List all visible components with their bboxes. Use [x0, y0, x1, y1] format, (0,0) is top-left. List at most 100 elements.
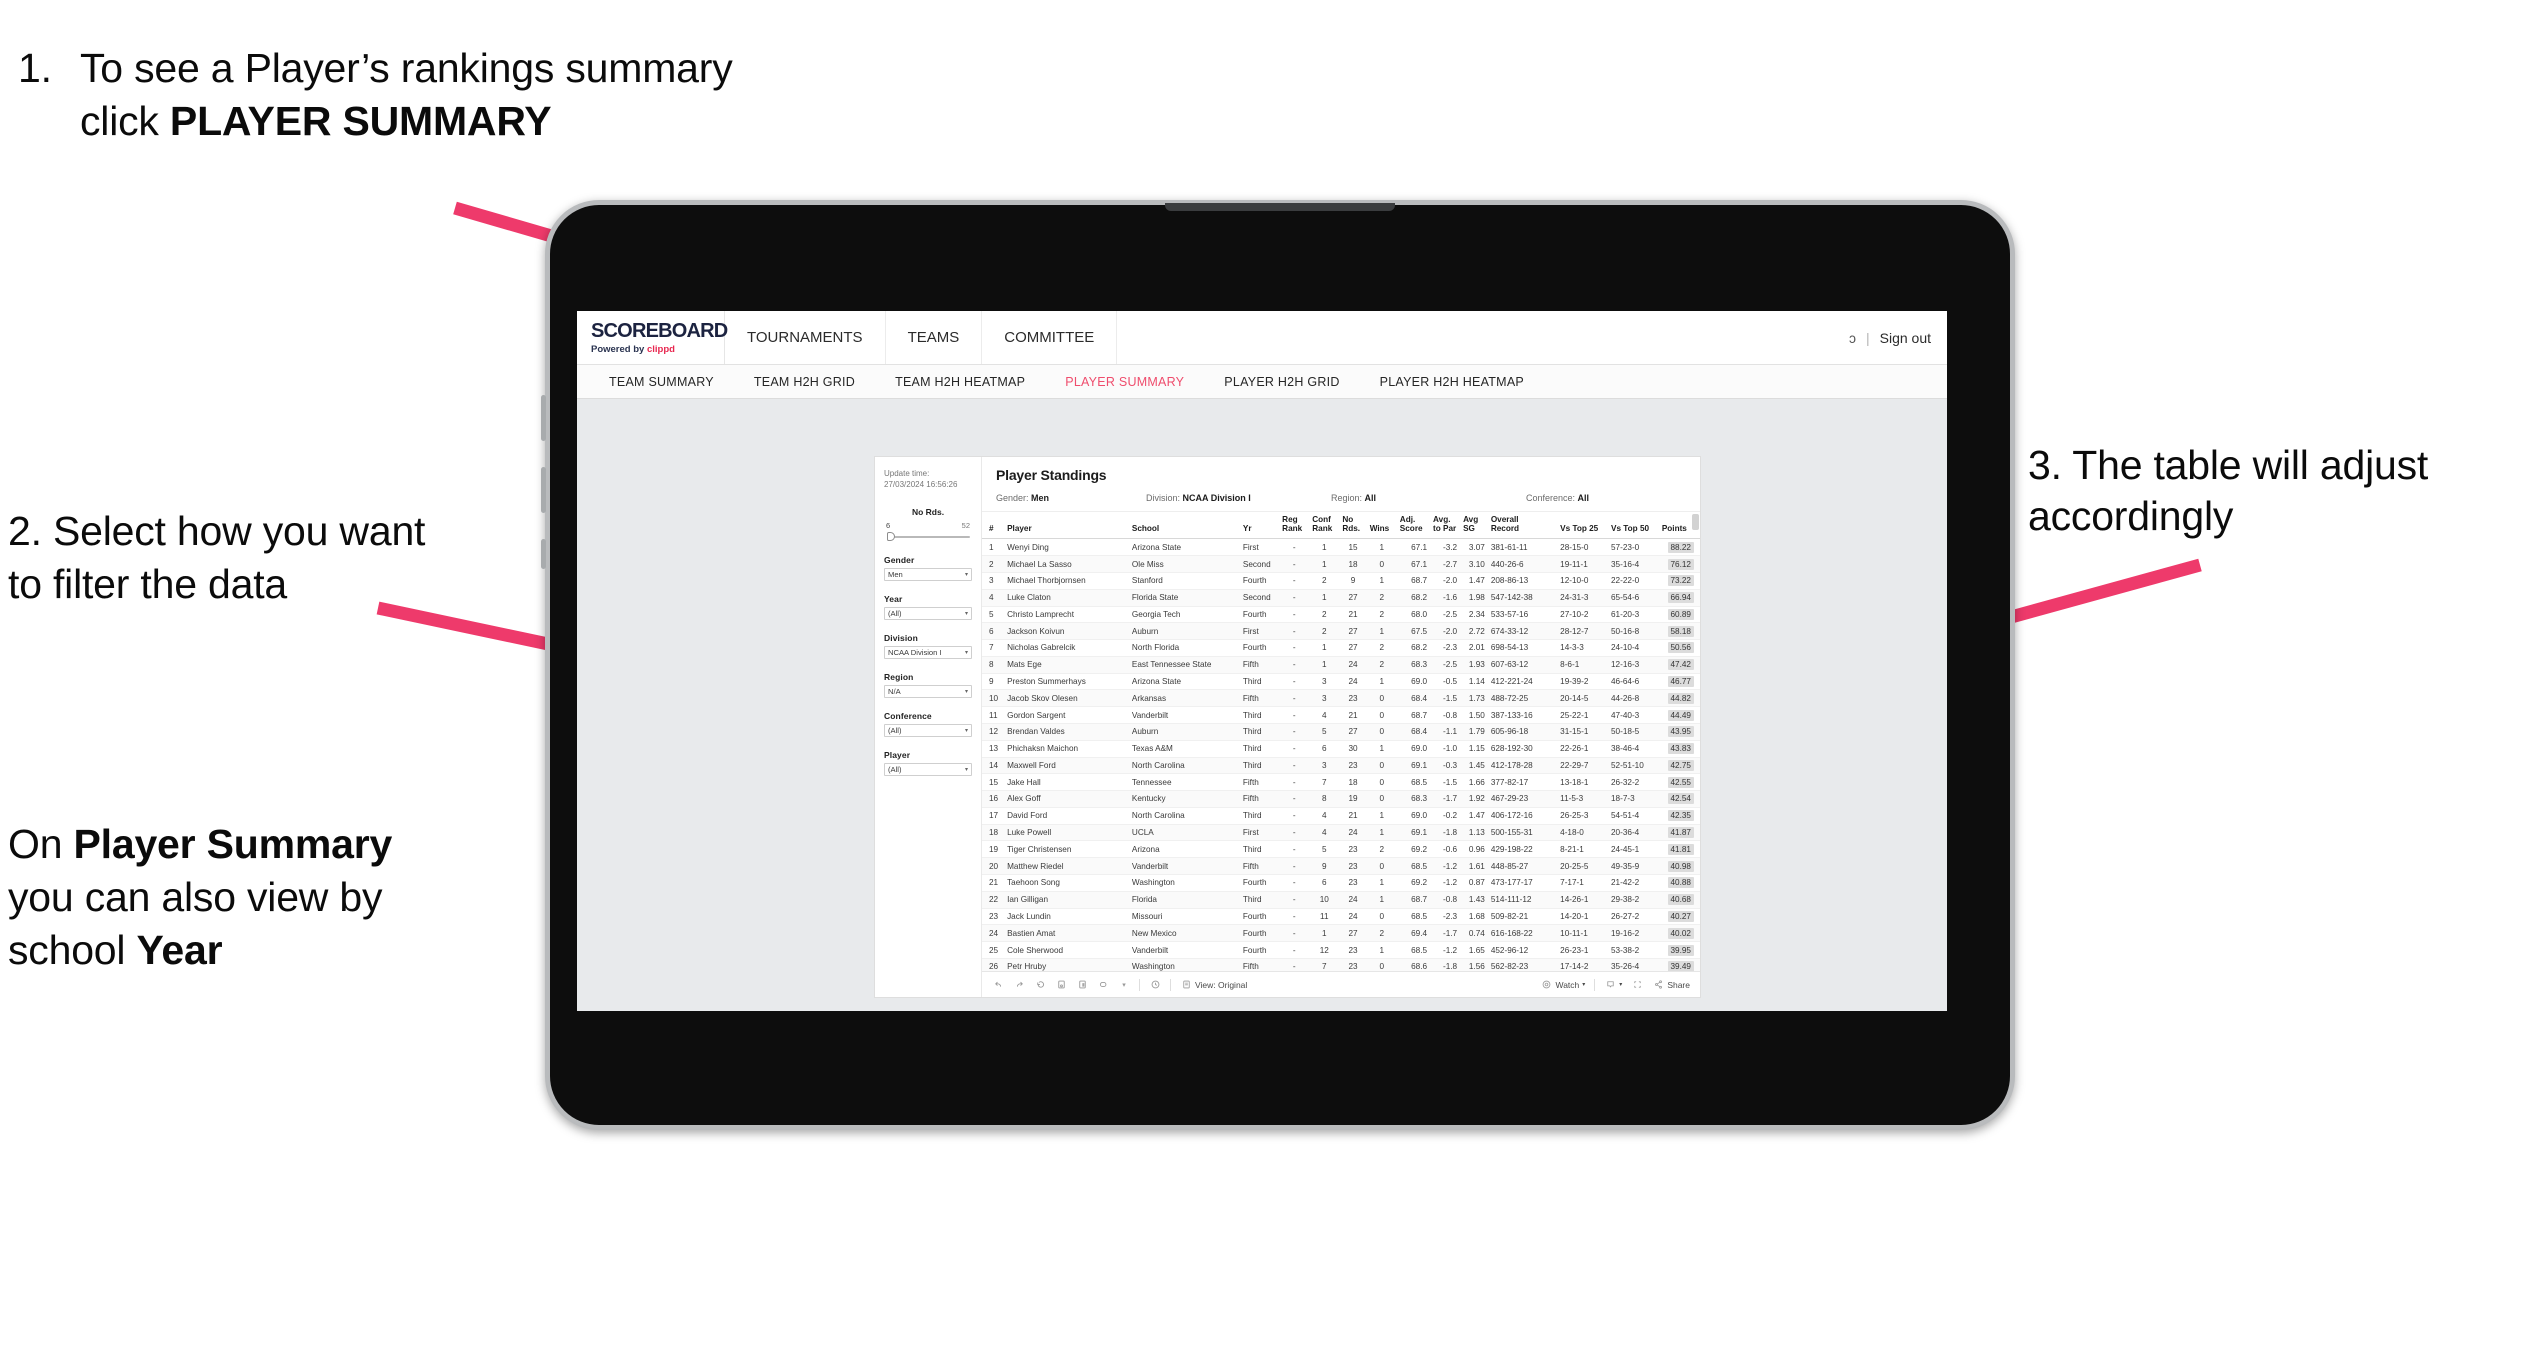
table-vertical-scrollbar[interactable] [1692, 514, 1699, 530]
filter-player-select[interactable]: (All) ▾ [884, 762, 972, 776]
pause-icon[interactable] [1076, 979, 1088, 991]
col-yr[interactable]: Yr [1239, 512, 1280, 540]
table-row[interactable]: 25 Cole Sherwood Vanderbilt Fourth -12 23 1 68.… [982, 941, 1700, 959]
col-adj-score[interactable]: Adj. Score [1396, 512, 1431, 540]
filter-no-rounds-slider[interactable]: No Rds. 6 52 [884, 507, 972, 542]
nav-committee[interactable]: COMMITTEE [982, 311, 1118, 364]
points-value-bar: 47.42 [1667, 659, 1694, 671]
view-original-button[interactable]: View: Original [1180, 979, 1247, 991]
table-row[interactable]: 13 Phichaksn Maichon Texas A&M Third -6 30 1 69… [982, 740, 1700, 758]
cell-school: Stanford [1128, 572, 1240, 590]
filter-year-select[interactable]: (All) ▾ [884, 606, 972, 620]
cell-points: 43.83 [1658, 740, 1700, 758]
table-row[interactable]: 17 David Ford North Carolina Third -4 21 1 69.0… [982, 807, 1700, 825]
scoreboard-brand-logo[interactable]: SCOREBOARD Powered by clippd [577, 311, 728, 364]
slider-handle[interactable] [887, 532, 895, 542]
col-avg-sg[interactable]: Avg SG [1460, 512, 1488, 540]
table-row[interactable]: 22 Ian Gilligan Florida Third -10 24 1 68.7 -0.8… [982, 891, 1700, 909]
table-row[interactable]: 7 Nicholas Gabrelcik North Florida Fourth -1… [982, 639, 1700, 657]
account-separator: | [1865, 329, 1870, 346]
watch-button[interactable]: Watch ▾ [1541, 979, 1585, 991]
refresh-icon[interactable] [1097, 979, 1109, 991]
tab-team-h2h-grid[interactable]: TEAM H2H GRID [734, 375, 875, 389]
cell-reg-rank: - [1279, 891, 1310, 909]
col-school[interactable]: School [1128, 512, 1240, 540]
table-row[interactable]: 14 Maxwell Ford North Carolina Third -3 23 0 69… [982, 757, 1700, 775]
col-overall-record[interactable]: Overall Record [1487, 512, 1558, 540]
table-row[interactable]: 3 Michael Thorbjornsen Stanford Fourth -2 9 1 6… [982, 572, 1700, 590]
standings-table-scroll-area[interactable]: # Player School Yr Reg Rank Conf Rank No… [982, 512, 1700, 971]
cell-overall-record: 412-221-24 [1487, 673, 1558, 691]
cell-rank: 4 [982, 589, 1005, 607]
cell-overall-record: 607-63-12 [1487, 656, 1558, 674]
table-row[interactable]: 26 Petr Hruby Washington Fifth -7 23 0 68.6 -1.8… [982, 958, 1700, 971]
fullscreen-icon[interactable] [1631, 979, 1643, 991]
table-row[interactable]: 6 Jackson Koivun Auburn First -2 27 1 67.5 -2.0 2… [982, 622, 1700, 641]
table-row[interactable]: 15 Jake Hall Tennessee Fifth -7 18 0 68.5 -1.5 1.… [982, 773, 1700, 792]
cell-vs-top-25: 10-11-1 [1557, 924, 1608, 943]
col-player[interactable]: Player [1004, 512, 1129, 540]
cell-overall-record: 616-168-22 [1487, 924, 1558, 943]
table-row[interactable]: 24 Bastien Amat New Mexico Fourth -1 27 2 69.4-… [982, 924, 1700, 943]
cell-overall-record: 412-178-28 [1487, 757, 1558, 775]
tab-player-h2h-heatmap[interactable]: PLAYER H2H HEATMAP [1360, 375, 1544, 389]
table-row[interactable]: 12 Brendan Valdes Auburn Third -5 27 0 68.4 -1.1… [982, 723, 1700, 741]
col-vs-top-50[interactable]: Vs Top 50 [1608, 512, 1659, 540]
col-conf-rank[interactable]: Conf Rank [1309, 512, 1340, 540]
table-row[interactable]: 4 Luke Claton Florida State Second -1 27 2 68.2… [982, 589, 1700, 607]
revert-icon[interactable] [1034, 979, 1046, 991]
cell-yr: Fifth [1239, 958, 1280, 971]
filter-gender-select[interactable]: Men ▾ [884, 567, 972, 581]
cell-adj-score: 68.5 [1396, 773, 1431, 792]
table-row[interactable]: 19 Tiger Christensen Arizona Third -5 23 2 69.2… [982, 840, 1700, 859]
col-rank[interactable]: # [982, 512, 1005, 540]
filter-division-select[interactable]: NCAA Division I ▾ [884, 645, 972, 659]
filter-conference-select[interactable]: (All) ▾ [884, 723, 972, 737]
table-row[interactable]: 23 Jack Lundin Missouri Fourth -11 24 0 68.5 -2.… [982, 908, 1700, 926]
nav-tournaments[interactable]: TOURNAMENTS [725, 311, 886, 364]
tablet-power-button[interactable] [541, 539, 546, 569]
table-row[interactable]: 10 Jacob Skov Olesen Arkansas Fifth -3 23 0 68.… [982, 689, 1700, 708]
col-vs-top-25[interactable]: Vs Top 25 [1557, 512, 1608, 540]
callout-2b-text-a: On [8, 821, 74, 867]
col-avg-to-par[interactable]: Avg. to Par [1430, 512, 1461, 540]
filter-sidebar: Update time: 27/03/2024 16:56:26 No Rds.… [875, 457, 982, 997]
download-button[interactable]: ▾ [1604, 979, 1622, 991]
slider-bar [890, 535, 970, 539]
table-row[interactable]: 20 Matthew Riedel Vanderbilt Fifth -9 23 0 68.5… [982, 857, 1700, 875]
col-wins[interactable]: Wins [1366, 512, 1397, 540]
share-button[interactable]: Share [1652, 979, 1690, 991]
table-row[interactable]: 8 Mats Ege East Tennessee State Fifth -1 24 2 6… [982, 656, 1700, 674]
nav-teams[interactable]: TEAMS [886, 311, 983, 364]
table-row[interactable]: 9 Preston Summerhays Arizona State Third -3 2… [982, 673, 1700, 691]
table-row[interactable]: 1 Wenyi Ding Arizona State First -1 15 1 67.1 -3… [982, 538, 1700, 557]
table-row[interactable]: 18 Luke Powell UCLA First -4 24 1 69.1 -1.8 1.13 5… [982, 824, 1700, 842]
save-icon[interactable] [1055, 979, 1067, 991]
update-time-label: Update time: [884, 469, 930, 478]
slider-track[interactable] [884, 532, 972, 542]
sign-out-link[interactable]: Sign out [1880, 330, 1931, 346]
brand-wordmark: SCOREBOARD [591, 319, 728, 342]
table-row[interactable]: 5 Christo Lamprecht Georgia Tech Fourth -2 21… [982, 606, 1700, 624]
tablet-volume-up-button[interactable] [541, 395, 546, 441]
cell-yr: Third [1239, 740, 1280, 758]
chevron-down-icon[interactable]: ▾ [1118, 979, 1130, 991]
table-row[interactable]: 21 Taehoon Song Washington Fourth -6 23 1 69.2-… [982, 874, 1700, 892]
undo-icon[interactable] [992, 979, 1004, 991]
tab-player-summary[interactable]: PLAYER SUMMARY [1045, 375, 1204, 389]
toolbar-divider-3 [1594, 978, 1596, 991]
filter-region-select[interactable]: N/A ▾ [884, 684, 972, 698]
table-row[interactable]: 2 Michael La Sasso Ole Miss Second -1 18 0 67.1… [982, 555, 1700, 573]
history-icon[interactable] [1149, 979, 1161, 991]
tablet-volume-down-button[interactable] [541, 467, 546, 513]
table-row[interactable]: 16 Alex Goff Kentucky Fifth -8 19 0 68.3 -1.7 1.9… [982, 790, 1700, 808]
table-row[interactable]: 11 Gordon Sargent Vanderbilt Third -4 21 0 68.7… [982, 706, 1700, 724]
cell-adj-score: 68.7 [1396, 706, 1431, 724]
col-reg-rank[interactable]: Reg Rank [1279, 512, 1310, 540]
col-no-rds[interactable]: No Rds. [1339, 512, 1367, 540]
tab-team-summary[interactable]: TEAM SUMMARY [589, 375, 734, 389]
cell-points: 50.56 [1658, 639, 1700, 657]
redo-icon[interactable] [1013, 979, 1025, 991]
tab-player-h2h-grid[interactable]: PLAYER H2H GRID [1204, 375, 1359, 389]
tab-team-h2h-heatmap[interactable]: TEAM H2H HEATMAP [875, 375, 1045, 389]
